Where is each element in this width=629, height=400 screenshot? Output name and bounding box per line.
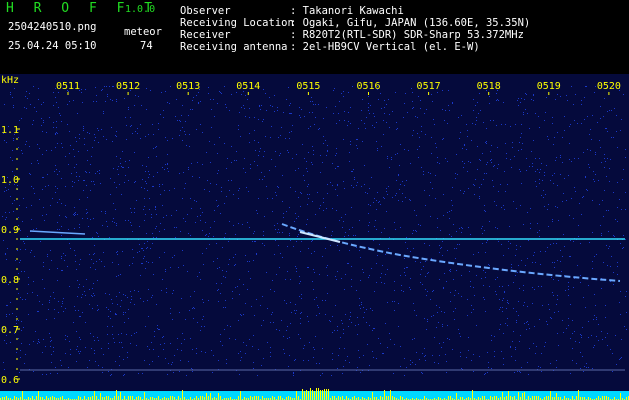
antenna-value: : 2el-HB9CV Vertical (el. E-W) bbox=[290, 41, 480, 53]
time-tick-label: 0514 bbox=[236, 81, 260, 92]
observer-value: : Takanori Kawachi bbox=[290, 5, 404, 17]
file-name: 2504240510.png bbox=[8, 21, 97, 33]
antenna-label: Receiving antenna bbox=[180, 41, 288, 53]
receiver-value: : R820T2(RTL-SDR) SDR-Sharp 53.372MHz bbox=[290, 29, 524, 41]
spectrogram: kHz 0511 0512 0513 0514 0515 0516 0517 0518 0519… bbox=[0, 74, 629, 400]
location-label: Receiving Location bbox=[180, 17, 294, 29]
time-tick-label: 0515 bbox=[296, 81, 320, 92]
timestamp: 25.04.24 05:10 bbox=[8, 40, 97, 52]
y-axis-unit: kHz bbox=[1, 75, 19, 86]
freq-tick-label: 0.9 bbox=[1, 225, 19, 236]
location-value: : Ogaki, Gifu, JAPAN (136.60E, 35.35N) bbox=[290, 17, 531, 29]
time-tick-label: 0517 bbox=[417, 81, 441, 92]
time-tick-label: 0511 bbox=[56, 81, 80, 92]
time-tick-label: 0513 bbox=[176, 81, 200, 92]
header-panel: H R O F F T 1.0.0 2504240510.png 25.04.2… bbox=[0, 0, 629, 74]
freq-tick-label: 1.1 bbox=[1, 125, 19, 136]
time-tick-label: 0520 bbox=[597, 81, 621, 92]
receiver-label: Receiver bbox=[180, 29, 231, 41]
freq-tick-label: 0.8 bbox=[1, 275, 19, 286]
spectrogram-background bbox=[0, 74, 629, 400]
freq-tick-label: 0.7 bbox=[1, 325, 19, 336]
time-tick-label: 0519 bbox=[537, 81, 561, 92]
time-tick-label: 0518 bbox=[477, 81, 501, 92]
observer-label: Observer bbox=[180, 5, 231, 17]
meteor-count-value: 74 bbox=[140, 40, 153, 52]
time-tick-label: 0512 bbox=[116, 81, 140, 92]
app-version: 1.0.0 bbox=[125, 4, 156, 15]
freq-tick-label: 0.6 bbox=[1, 375, 19, 386]
freq-tick-label: 1.0 bbox=[1, 175, 19, 186]
meteor-count-label: meteor bbox=[124, 26, 162, 38]
time-tick-label: 0516 bbox=[356, 81, 380, 92]
